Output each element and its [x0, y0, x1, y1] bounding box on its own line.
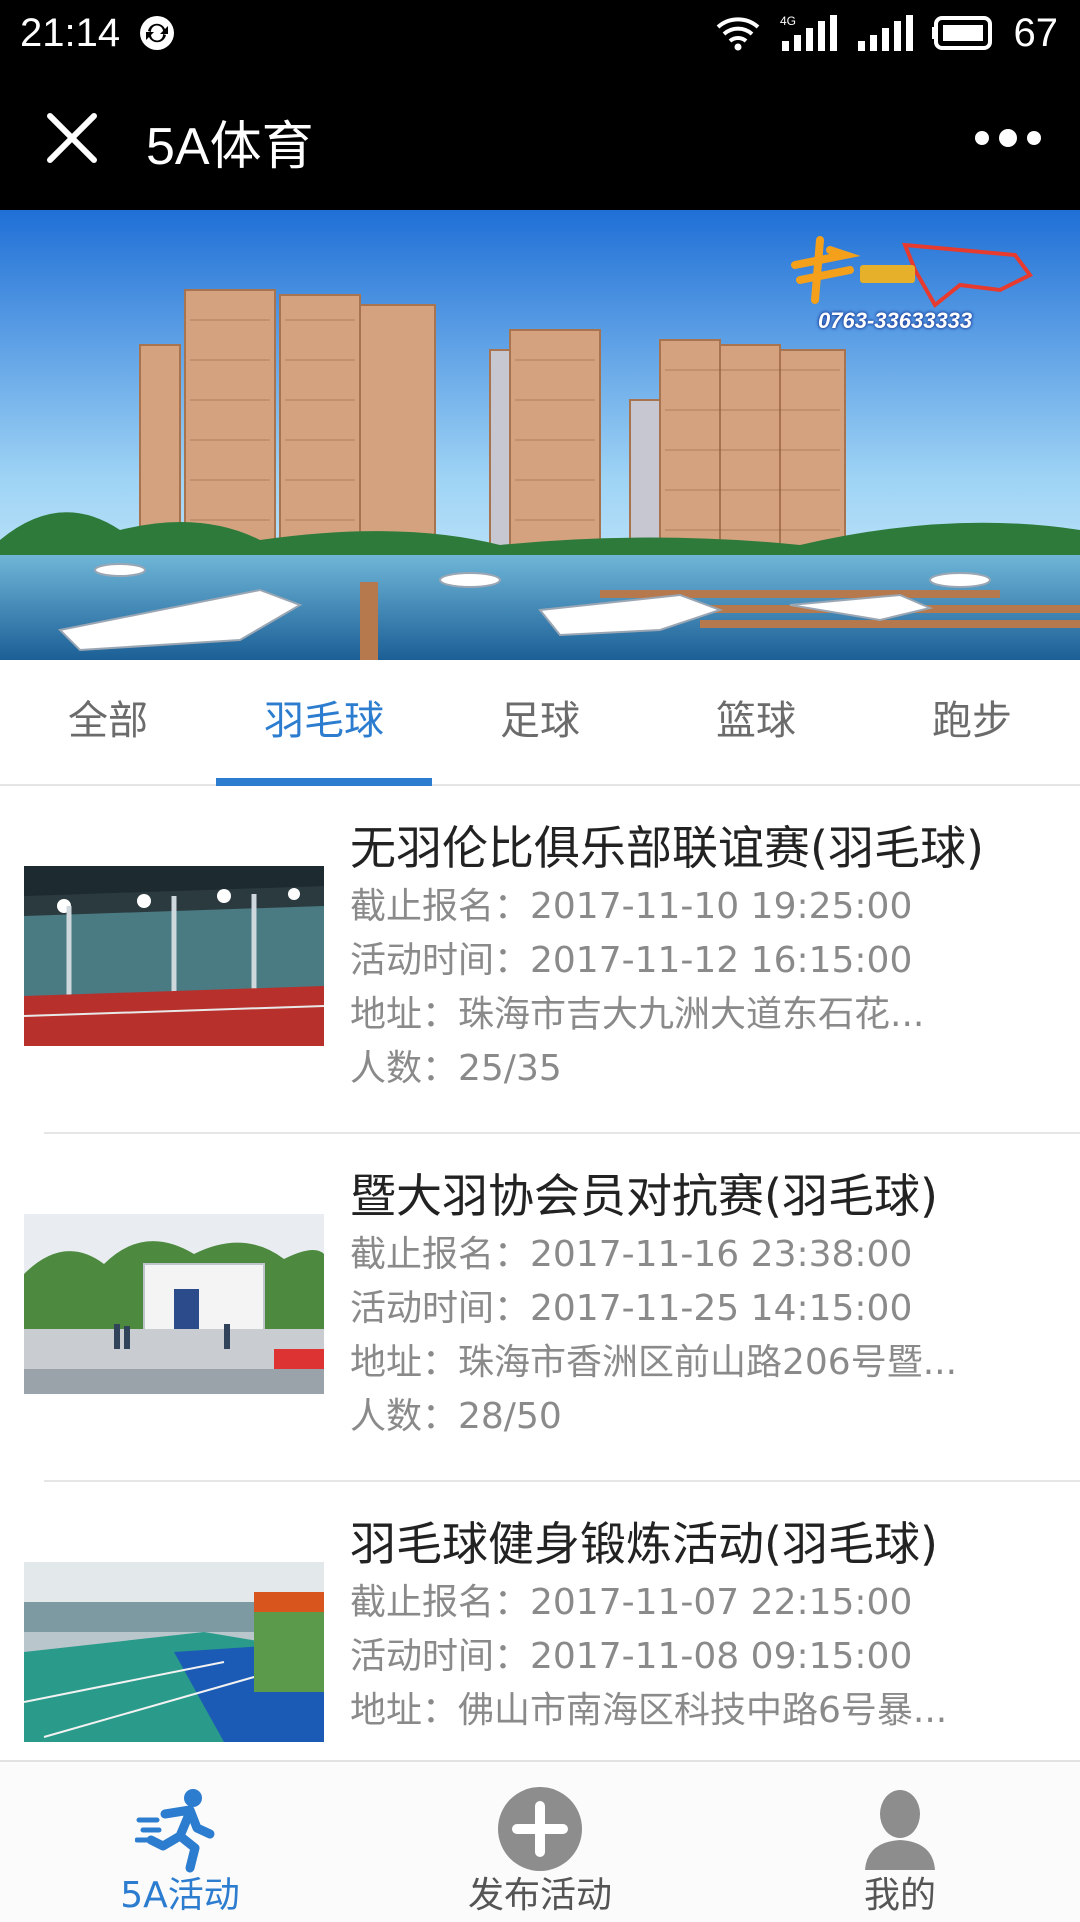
activity-list: 无羽伦比俱乐部联谊赛(羽毛球) 截止报名：2017-11-10 19:25:00…: [0, 786, 1080, 1760]
title-bar: 5A体育: [0, 66, 1080, 210]
bottom-nav: 5A活动 发布活动 我的: [0, 1760, 1080, 1922]
category-tabs: 全部 羽毛球 足球 篮球 跑步: [0, 660, 1080, 786]
activity-thumbnail: [24, 1214, 324, 1394]
tab-running[interactable]: 跑步: [864, 660, 1080, 784]
close-icon[interactable]: [44, 110, 100, 166]
battery-icon: [931, 16, 992, 50]
svg-text:4G: 4G: [780, 14, 796, 28]
activity-thumbnail: [24, 866, 324, 1046]
activity-deadline: 截止报名：2017-11-10 19:25:00: [350, 886, 913, 927]
activity-thumbnail: [24, 1562, 324, 1742]
page-title: 5A体育: [146, 118, 314, 176]
sync-icon: [140, 16, 175, 50]
banner-phone: 0763-33633333: [818, 308, 973, 333]
tab-basketball[interactable]: 篮球: [648, 660, 864, 784]
nav-label: 5A活动: [120, 1875, 240, 1916]
activity-title: 暨大羽协会员对抗赛(羽毛球): [350, 1169, 938, 1223]
wifi-icon: [716, 17, 759, 51]
activity-time: 活动时间：2017-11-25 14:15:00: [350, 1288, 913, 1329]
nav-mine[interactable]: 我的: [720, 1762, 1080, 1922]
activity-address: 地址：珠海市香洲区前山路206号暨...: [350, 1342, 958, 1383]
tab-badminton[interactable]: 羽毛球: [216, 660, 432, 786]
plus-circle-icon: [498, 1787, 582, 1871]
activity-title: 无羽伦比俱乐部联谊赛(羽毛球): [350, 821, 984, 875]
activity-address: 地址：佛山市南海区科技中路6号暴...: [350, 1690, 948, 1731]
activity-deadline: 截止报名：2017-11-07 22:15:00: [350, 1582, 913, 1623]
banner-carousel[interactable]: 0763-33633333: [0, 210, 1080, 660]
signal-icon: [857, 15, 913, 51]
activity-item[interactable]: 羽毛球健身锻炼活动(羽毛球) 截止报名：2017-11-07 22:15:00 …: [0, 1482, 1080, 1760]
activity-people: 人数：28/50: [350, 1396, 562, 1437]
nav-5a-activity[interactable]: 5A活动: [0, 1762, 360, 1922]
runner-icon: [135, 1789, 215, 1873]
nav-label: 发布活动: [467, 1875, 612, 1916]
nav-publish-activity[interactable]: 发布活动: [360, 1762, 720, 1922]
status-bar: 21:14 4G 67: [0, 0, 1080, 66]
activity-deadline: 截止报名：2017-11-16 23:38:00: [350, 1234, 913, 1275]
activity-time: 活动时间：2017-11-08 09:15:00: [350, 1636, 913, 1677]
activity-address: 地址：珠海市吉大九洲大道东石花...: [350, 994, 925, 1035]
activity-title: 羽毛球健身锻炼活动(羽毛球): [350, 1517, 938, 1571]
signal-4g-icon: 4G: [780, 14, 837, 51]
activity-item[interactable]: 暨大羽协会员对抗赛(羽毛球) 截止报名：2017-11-16 23:38:00 …: [0, 1134, 1080, 1482]
activity-time: 活动时间：2017-11-12 16:15:00: [350, 940, 913, 981]
banner-image: [0, 210, 1080, 660]
tab-all[interactable]: 全部: [0, 660, 216, 784]
battery-level: 67: [1013, 10, 1059, 55]
activity-item[interactable]: 无羽伦比俱乐部联谊赛(羽毛球) 截止报名：2017-11-10 19:25:00…: [0, 786, 1080, 1134]
tab-football[interactable]: 足球: [432, 660, 648, 784]
status-time: 21:14: [20, 10, 121, 55]
more-icon[interactable]: [972, 122, 1044, 154]
nav-label: 我的: [863, 1875, 936, 1916]
person-icon: [865, 1790, 935, 1870]
activity-people: 人数：25/35: [350, 1048, 562, 1089]
